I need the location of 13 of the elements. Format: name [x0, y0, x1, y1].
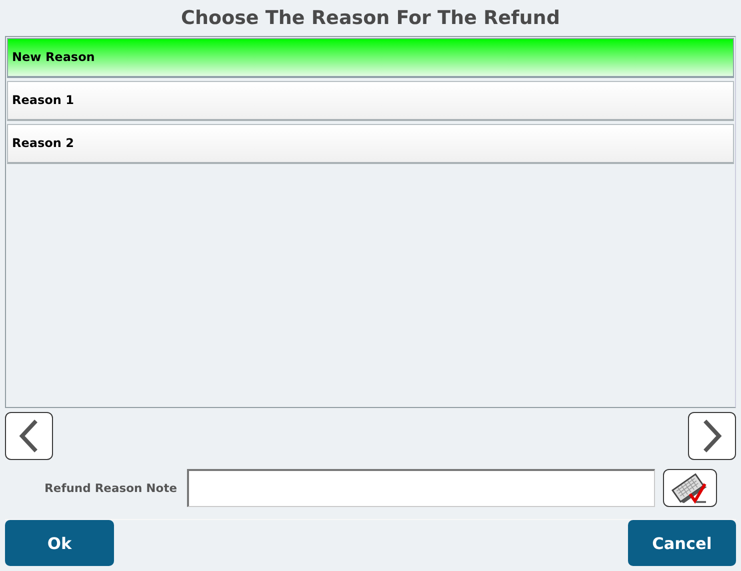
note-label: Refund Reason Note: [44, 481, 178, 496]
chevron-right-icon: [702, 419, 722, 454]
note-field[interactable]: [187, 469, 655, 508]
chevron-left-icon: [19, 419, 39, 454]
keyboard-button[interactable]: [663, 469, 717, 508]
ok-button[interactable]: Ok: [5, 520, 114, 566]
cancel-button[interactable]: Cancel: [628, 520, 736, 566]
reason-item[interactable]: Reason 2: [7, 124, 734, 164]
next-button[interactable]: [688, 412, 736, 460]
reason-item[interactable]: New Reason: [7, 38, 734, 78]
dialog-title: Choose The Reason For The Refund: [180, 6, 561, 31]
reason-item[interactable]: Reason 1: [7, 80, 734, 121]
previous-button[interactable]: [5, 412, 53, 460]
